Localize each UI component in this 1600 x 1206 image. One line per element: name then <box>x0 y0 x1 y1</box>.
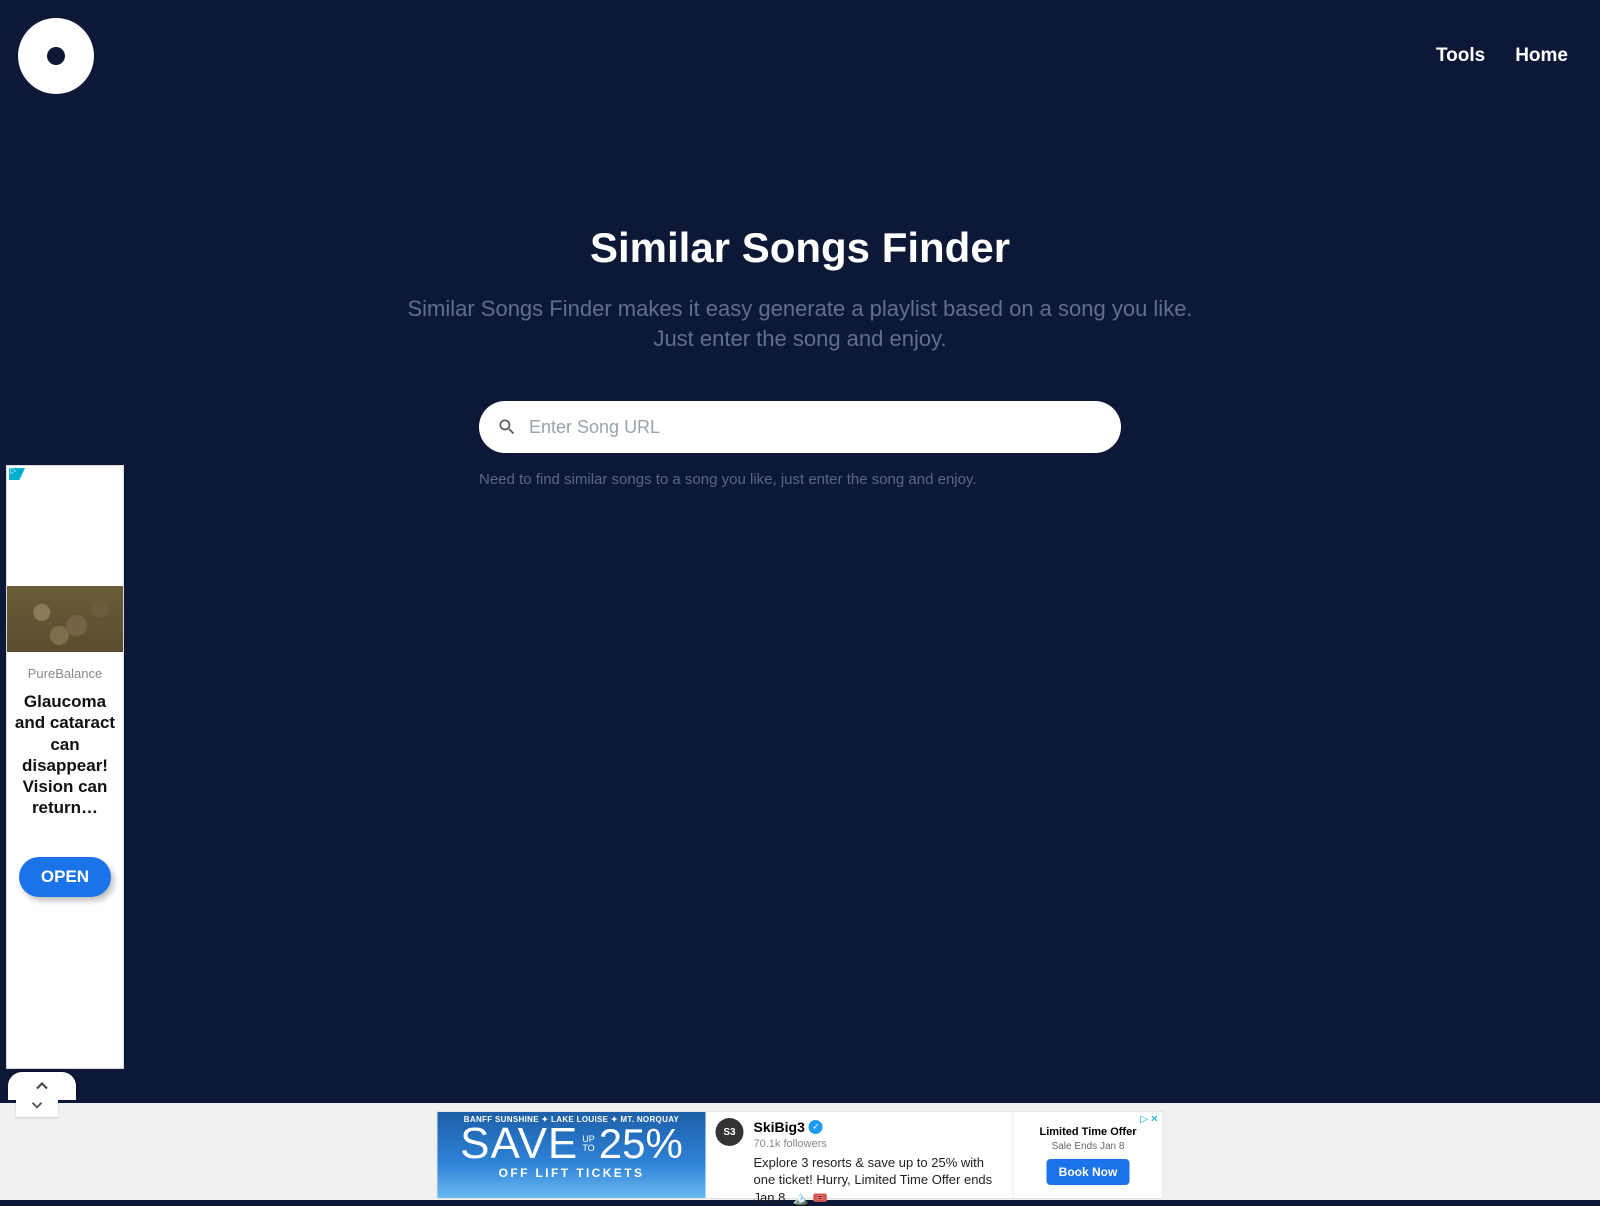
ad-bottom-avatar: S3 <box>716 1118 744 1146</box>
ad-bottom-banner: BANFF SUNSHINE ✦ LAKE LOUISE ✦ MT. NORQU… <box>438 1112 706 1198</box>
bottom-ad-collapse[interactable] <box>16 1093 58 1117</box>
page-title: Similar Songs Finder <box>0 224 1600 272</box>
ad-left-open-button[interactable]: OPEN <box>19 857 111 897</box>
ad-bottom-upto: UPTO <box>582 1135 595 1153</box>
nav-home[interactable]: Home <box>1515 45 1568 67</box>
close-ad-icon[interactable]: ✕ <box>1150 1114 1158 1125</box>
search-box[interactable] <box>479 401 1121 453</box>
logo[interactable] <box>18 18 94 94</box>
adchoices-icon: ▷ <box>1140 1114 1148 1125</box>
ad-bottom-lto: Limited Time Offer <box>1040 1126 1137 1138</box>
page-subtitle: Similar Songs Finder makes it easy gener… <box>0 294 1600 353</box>
bottom-ad-bar: BANFF SUNSHINE ✦ LAKE LOUISE ✦ MT. NORQU… <box>0 1103 1600 1200</box>
main-content: Similar Songs Finder Similar Songs Finde… <box>0 94 1600 488</box>
ad-bottom-sale: Sale Ends Jan 8 <box>1052 1141 1125 1152</box>
ad-bottom-mid: S3 SkiBig3 70.1k followers Explore 3 res… <box>706 1112 1013 1198</box>
ad-bottom-followers: 70.1k followers <box>754 1137 1003 1152</box>
top-nav: Tools Home <box>1436 45 1580 67</box>
ad-bottom[interactable]: BANFF SUNSHINE ✦ LAKE LOUISE ✦ MT. NORQU… <box>437 1111 1164 1199</box>
search-input[interactable] <box>529 417 1103 438</box>
ad-bottom-save: SAVE <box>460 1124 578 1164</box>
chevron-down-icon <box>28 1096 46 1114</box>
ad-bottom-percent: 25% <box>599 1125 683 1163</box>
verified-icon <box>809 1120 823 1134</box>
ad-info-icons[interactable]: ▷ ✕ <box>1140 1114 1158 1125</box>
ad-left-image <box>7 586 123 652</box>
nav-tools[interactable]: Tools <box>1436 45 1485 67</box>
logo-dot-icon <box>47 47 65 65</box>
ad-bottom-desc: Explore 3 resorts & save up to 25% with … <box>754 1154 1003 1206</box>
ad-bottom-right: ▷ ✕ Limited Time Offer Sale Ends Jan 8 B… <box>1013 1112 1163 1198</box>
ad-bottom-book-button[interactable]: Book Now <box>1047 1159 1130 1185</box>
ad-left-advertiser: PureBalance <box>28 666 102 681</box>
adchoices-label: ▷ <box>10 466 16 475</box>
ad-left-title: Glaucoma and cataract can disappear! Vis… <box>7 691 123 819</box>
ad-left[interactable]: ▷ PureBalance Glaucoma and cataract can … <box>6 465 124 1069</box>
subtitle-line-2: Just enter the song and enjoy. <box>653 326 946 351</box>
helper-text: Need to find similar songs to a song you… <box>479 471 1121 488</box>
search-icon <box>497 417 517 437</box>
ad-bottom-name: SkiBig3 <box>754 1118 805 1137</box>
subtitle-line-1: Similar Songs Finder makes it easy gener… <box>407 296 1192 321</box>
